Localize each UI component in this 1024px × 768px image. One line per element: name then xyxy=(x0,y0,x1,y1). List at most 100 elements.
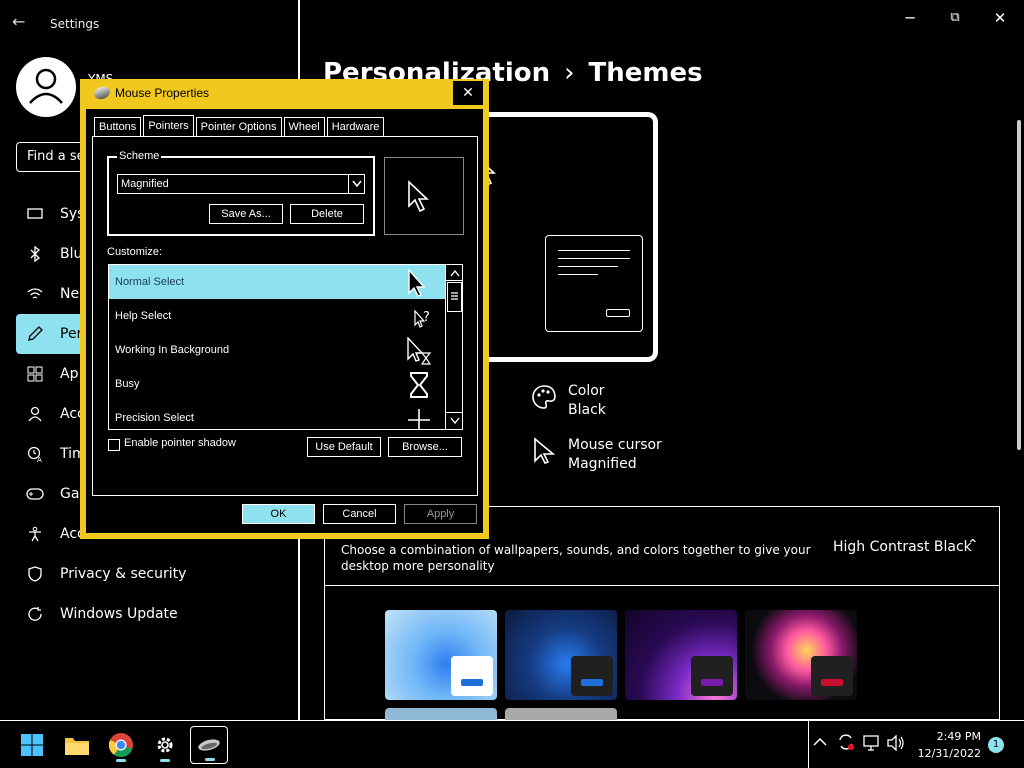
list-scrollbar[interactable] xyxy=(445,265,462,429)
apps-icon xyxy=(26,365,44,383)
pointer-shadow-checkbox[interactable] xyxy=(108,439,120,451)
theme-thumbnail[interactable] xyxy=(385,708,497,720)
scroll-thumb[interactable] xyxy=(447,282,462,312)
user-icon xyxy=(29,68,63,104)
arrow-cursor-icon xyxy=(408,269,426,297)
system-icon xyxy=(26,205,44,223)
tab-buttons[interactable]: Buttons xyxy=(94,117,142,136)
svg-text:A: A xyxy=(37,456,42,462)
dialog-title: Mouse Properties xyxy=(115,86,210,100)
mouse-cursor-icon xyxy=(533,437,559,464)
pointer-preview xyxy=(384,157,464,235)
theme-thumbnail[interactable] xyxy=(745,610,857,700)
accessibility-icon xyxy=(26,525,44,543)
volume-icon[interactable] xyxy=(887,734,905,755)
save-as-button[interactable]: Save As... xyxy=(209,204,283,224)
pen-icon xyxy=(26,325,44,343)
chevron-down-icon[interactable] xyxy=(348,175,364,193)
sidebar-item-label: Ga xyxy=(60,486,80,502)
page-scrollbar[interactable] xyxy=(1017,120,1021,450)
customize-label: Customize: xyxy=(107,246,163,258)
theme-card xyxy=(811,656,853,696)
clock-date[interactable]: 12/31/2022 xyxy=(910,747,981,760)
help-cursor-icon: ? xyxy=(414,309,430,328)
scroll-up-icon[interactable] xyxy=(446,265,462,281)
mouse-properties-button[interactable] xyxy=(190,726,228,764)
cancel-button[interactable]: Cancel xyxy=(323,504,396,524)
list-item[interactable]: Working In Background xyxy=(109,333,462,367)
title-bar: ← Settings ─ ⧉ ✕ xyxy=(0,0,1024,40)
themes-description: Choose a combination of wallpapers, soun… xyxy=(341,543,811,573)
mouse-cursor-value: Magnified xyxy=(568,456,637,472)
tab-strip: Buttons Pointers Pointer Options Wheel H… xyxy=(94,115,386,137)
scheme-group: Scheme Magnified Save As... Delete xyxy=(107,150,375,236)
cursor-row-label: Help Select xyxy=(115,310,172,322)
chevron-up-icon[interactable] xyxy=(813,735,827,751)
notification-badge[interactable]: 1 xyxy=(988,737,1004,753)
sidebar-item-privacy[interactable]: Privacy & security xyxy=(16,554,286,594)
mouse-properties-dialog: Mouse Properties ✕ Buttons Pointers Poin… xyxy=(80,79,489,539)
color-value: Black xyxy=(568,402,606,418)
use-default-button[interactable]: Use Default xyxy=(307,437,381,457)
current-theme: High Contrast Black xyxy=(833,539,972,555)
file-explorer-button[interactable] xyxy=(58,726,96,764)
cursor-list[interactable]: Normal Select Help Select ? Working In B… xyxy=(108,264,463,430)
working-cursor-icon xyxy=(407,337,432,365)
scroll-down-icon[interactable] xyxy=(446,412,462,428)
theme-thumbnail[interactable] xyxy=(625,610,737,700)
ok-button[interactable]: OK xyxy=(242,504,315,524)
theme-thumbnail[interactable] xyxy=(385,610,497,700)
back-button[interactable]: ← xyxy=(12,12,34,34)
theme-thumbnail[interactable] xyxy=(505,610,617,700)
browse-button[interactable]: Browse... xyxy=(388,437,462,457)
theme-preview-window xyxy=(545,235,643,332)
pointers-panel: Scheme Magnified Save As... Delete Custo… xyxy=(92,136,478,496)
update-icon xyxy=(26,605,44,623)
settings-button[interactable] xyxy=(146,726,184,764)
tab-pointer-options[interactable]: Pointer Options xyxy=(195,117,282,136)
close-button[interactable]: ✕ xyxy=(985,6,1015,30)
theme-card xyxy=(691,656,733,696)
restore-button[interactable]: ⧉ xyxy=(940,6,970,30)
wifi-icon xyxy=(26,285,44,303)
chevron-up-icon[interactable]: ⌃ xyxy=(967,537,979,553)
sidebar-item-windows-update[interactable]: Windows Update xyxy=(16,594,286,634)
delete-button[interactable]: Delete xyxy=(290,204,364,224)
sync-icon[interactable] xyxy=(837,733,855,755)
apply-button[interactable]: Apply xyxy=(404,504,477,524)
tab-pointers[interactable]: Pointers xyxy=(143,115,194,136)
clock-time[interactable]: 2:49 PM xyxy=(925,730,981,743)
network-icon[interactable] xyxy=(863,735,881,755)
theme-card xyxy=(451,656,493,696)
start-button[interactable] xyxy=(13,726,51,764)
sidebar-item-label: Ap xyxy=(60,366,79,382)
palette-icon xyxy=(531,384,557,410)
tab-wheel[interactable]: Wheel xyxy=(283,117,325,136)
time-language-icon: A xyxy=(26,445,44,463)
chrome-icon xyxy=(108,733,133,758)
accounts-icon xyxy=(26,405,44,423)
list-item[interactable]: Precision Select xyxy=(109,401,462,429)
busy-cursor-icon xyxy=(410,372,428,398)
sidebar-item-label: Ne xyxy=(60,286,80,302)
taskbar: 2:49 PM 12/31/2022 1 xyxy=(0,720,1024,768)
tab-hardware[interactable]: Hardware xyxy=(326,117,385,136)
list-item[interactable]: Help Select ? xyxy=(109,299,462,333)
chrome-button[interactable] xyxy=(102,726,140,764)
scheme-dropdown[interactable]: Magnified xyxy=(117,174,365,194)
mouse-cursor-label: Mouse cursor xyxy=(568,437,662,453)
running-indicator xyxy=(160,759,170,762)
svg-text:?: ? xyxy=(423,310,430,325)
theme-thumbnail[interactable] xyxy=(505,708,617,720)
mouse-icon xyxy=(198,739,220,751)
list-item[interactable]: Normal Select xyxy=(109,265,445,299)
minimize-button[interactable]: ─ xyxy=(895,6,925,30)
cursor-row-label: Precision Select xyxy=(115,412,194,424)
mouse-icon xyxy=(92,84,112,102)
theme-card xyxy=(571,656,613,696)
avatar[interactable] xyxy=(16,57,76,117)
color-label: Color xyxy=(568,383,605,399)
dialog-close-button[interactable]: ✕ xyxy=(453,81,483,105)
windows-icon xyxy=(21,734,43,756)
list-item[interactable]: Busy xyxy=(109,367,462,401)
